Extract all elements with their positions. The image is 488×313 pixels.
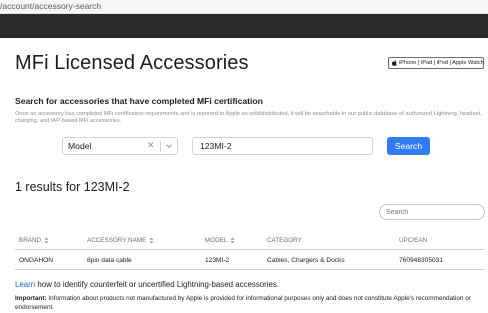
table-search-input[interactable] (379, 204, 485, 220)
select-value: Model (68, 141, 92, 151)
url-text: /account/accessory-search (0, 1, 102, 11)
important-note: Important: Information about products no… (15, 295, 485, 312)
column-label: CATEGORY (267, 237, 302, 244)
search-field-select[interactable]: Model ✕ (62, 137, 178, 155)
column-label: ACCESSORY NAME (87, 237, 147, 244)
sort-icon (149, 237, 154, 244)
column-header-model[interactable]: MODEL (205, 237, 235, 244)
mfi-badge: iPhone | iPad | iPod | Apple Watch (388, 57, 484, 69)
important-label: Important: (15, 295, 47, 302)
column-label: MODEL (205, 237, 228, 244)
column-header-brand[interactable]: BRAND (19, 237, 49, 244)
cell-brand: ONGAHON (19, 257, 54, 264)
sort-icon (44, 237, 49, 244)
cell-upc-ean: 760948305031 (399, 257, 444, 264)
learn-link[interactable]: Learn (15, 280, 35, 289)
learn-note: Learn how to identify counterfeit or unc… (15, 280, 279, 289)
column-header-accessory-name[interactable]: ACCESSORY NAME (87, 237, 154, 244)
column-header-category[interactable]: CATEGORY (267, 237, 302, 244)
chevron-down-icon[interactable] (165, 142, 173, 150)
cell-category: Cables, Chargers & Docks (267, 257, 345, 264)
search-button[interactable]: Search (387, 137, 430, 155)
browser-address-bar[interactable]: /account/accessory-search (0, 0, 488, 14)
site-navigation-bar (0, 14, 488, 38)
table-header: BRAND ACCESSORY NAME MODEL CATEGORY UPC/… (15, 234, 485, 250)
important-text: Information about products not manufactu… (15, 295, 471, 311)
column-label: UPC/EAN (399, 237, 427, 244)
learn-text: how to identify counterfeit or uncertifi… (35, 280, 280, 289)
search-heading: Search for accessories that have complet… (15, 96, 263, 106)
page-title: MFi Licensed Accessories (15, 52, 249, 74)
table-row: ONGAHON 8pin data cable 123MI-2 Cables, … (15, 252, 485, 270)
badge-text: iPhone | iPad | iPod | Apple Watch (399, 60, 484, 66)
apple-logo-icon (392, 59, 397, 67)
cell-model: 123MI-2 (205, 257, 230, 264)
sort-icon (230, 237, 235, 244)
results-summary: 1 results for 123MI-2 (15, 180, 130, 194)
search-description: Once an accessory has completed MFi cert… (15, 111, 482, 125)
select-divider (160, 141, 161, 152)
clear-x-icon[interactable]: ✕ (147, 140, 155, 151)
column-header-upc-ean[interactable]: UPC/EAN (399, 237, 427, 244)
cell-accessory-name: 8pin data cable (87, 257, 132, 264)
search-input[interactable] (192, 137, 373, 155)
column-label: BRAND (19, 237, 42, 244)
